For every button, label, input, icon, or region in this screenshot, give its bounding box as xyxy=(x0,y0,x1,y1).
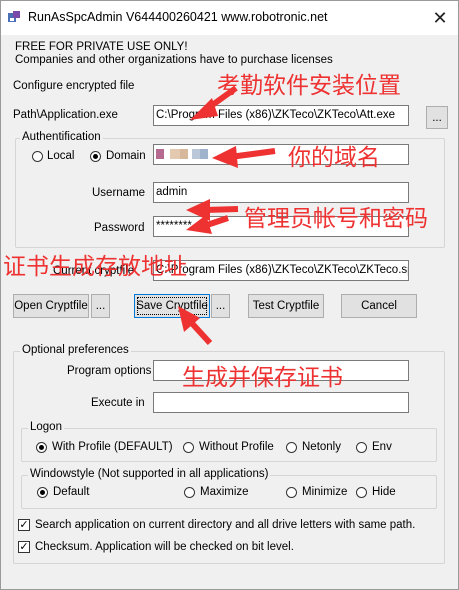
annotation-generate-save: 生成并保存证书 xyxy=(182,365,343,391)
arrow-to-username-input xyxy=(186,199,239,221)
annotation-app-location: 考勤软件安装位置 xyxy=(217,73,401,99)
annotation-admin-account: 管理员帐号和密码 xyxy=(244,206,428,232)
arrow-to-domain-input xyxy=(212,146,276,168)
arrow-to-save-cryptfile-button xyxy=(178,306,213,346)
annotation-your-domain: 你的域名 xyxy=(288,145,380,171)
annotation-cert-location: 证书生成存放地址 xyxy=(3,254,187,280)
